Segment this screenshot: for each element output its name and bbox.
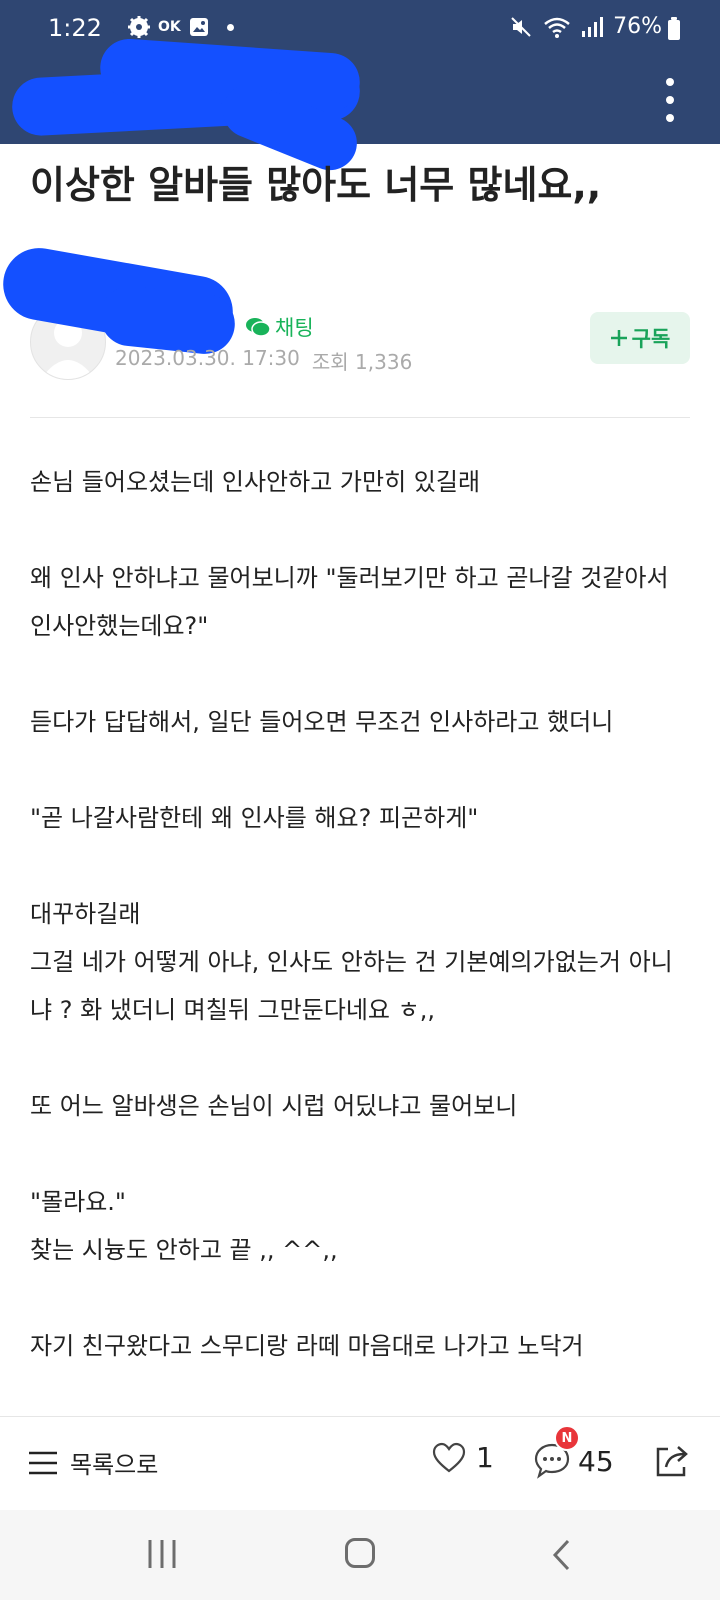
wifi-icon <box>544 17 570 38</box>
back-to-list-button[interactable]: 목록으로 <box>28 1445 158 1480</box>
body-line: 대꾸하길래 <box>30 900 141 928</box>
comment-button[interactable]: N 45 <box>532 1425 614 1481</box>
body-line: 손님 들어오셨는데 인사안하고 가만히 있길래 <box>30 468 481 496</box>
body-line: 또 어느 알바생은 손님이 시럽 어딨냐고 물어보니 <box>30 1092 518 1120</box>
gallery-icon <box>189 18 208 36</box>
subscribe-label: 구독 <box>631 327 671 351</box>
bottom-action-bar: 목록으로 1 N 45 <box>0 1416 720 1511</box>
settings-gear-icon <box>128 16 150 38</box>
new-comment-badge: N <box>554 1425 580 1451</box>
chat-label: 채팅 <box>275 316 314 340</box>
mute-icon <box>511 16 531 37</box>
body-line: 듣다가 답답해서, 일단 들어오면 무조건 인사하라고 했더니 <box>30 708 614 736</box>
post-views: 조회 1,336 <box>311 350 413 374</box>
plus-icon <box>610 330 627 346</box>
body-line: "곧 나갈사람한테 왜 인사를 해요? 피곤하게" <box>30 804 479 832</box>
status-time: 1:22 <box>48 14 102 42</box>
dot-icon <box>226 23 234 31</box>
body-line: 자기 친구왔다고 스무디랑 라떼 마음대로 나가고 노닥거 <box>30 1332 584 1360</box>
subscribe-button[interactable]: 구독 <box>590 312 690 364</box>
like-button[interactable]: 1 <box>432 1441 494 1474</box>
ok-icon: OK <box>158 19 181 35</box>
status-left-icons: OK <box>128 16 234 38</box>
chat-bubble-icon <box>246 318 271 337</box>
comment-count: 45 <box>578 1444 614 1478</box>
status-right-icons: 76% <box>509 14 662 39</box>
heart-icon <box>432 1442 466 1472</box>
body-line: 찾는 시늉도 안하고 끝 ,, ^^,, <box>30 1236 338 1264</box>
list-label: 목록으로 <box>70 1451 159 1479</box>
share-icon[interactable] <box>652 1441 692 1481</box>
like-count: 1 <box>476 1441 494 1474</box>
comment-icon-wrap: N <box>532 1425 580 1481</box>
system-nav-bar <box>0 1510 720 1600</box>
post-body: 손님 들어오셨는데 인사안하고 가만히 있길래 왜 인사 안하냐고 물어보니까 … <box>30 458 690 1370</box>
post-meta: 2023.03.30. 17:30 조회 1,336 <box>115 346 412 375</box>
body-line: "몰라요." <box>30 1188 126 1216</box>
system-back-icon[interactable] <box>550 1538 574 1572</box>
battery-icon <box>668 17 680 40</box>
menu-list-icon <box>29 1451 57 1474</box>
post-date: 2023.03.30. 17:30 <box>115 346 300 370</box>
body-line: 왜 인사 안하냐고 물어보니까 "둘러보기만 하고 곧나갈 것같아서 인사안했는… <box>30 564 677 640</box>
battery-percent: 76% <box>613 14 662 39</box>
home-icon[interactable] <box>345 1538 375 1568</box>
divider <box>30 417 690 418</box>
signal-icon <box>582 16 604 37</box>
post-title: 이상한 알바들 많아도 너무 많네요,, <box>30 163 602 207</box>
more-options-icon[interactable] <box>664 78 676 122</box>
chat-link[interactable]: 채팅 <box>245 312 314 342</box>
body-line: 그걸 네가 어떻게 아냐, 인사도 안하는 건 기본예의가없는거 아니냐 ? 화… <box>30 948 673 1024</box>
recent-apps-icon[interactable] <box>144 1538 180 1570</box>
